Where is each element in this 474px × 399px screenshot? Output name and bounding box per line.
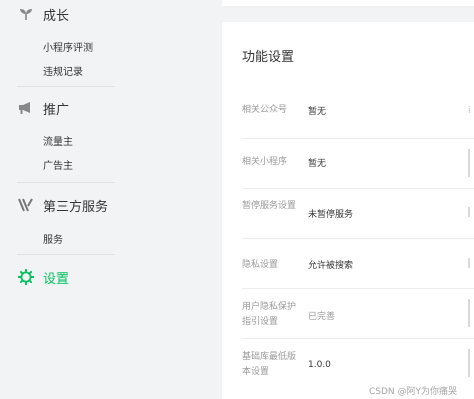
settings-row-privacy: 隐私设置 允许被搜索 (242, 238, 474, 289)
sidebar: 成长 小程序评测 违规记录 推广 流量主 广告主 第三方服务 服务 设置 (0, 0, 222, 399)
row-extra[interactable] (468, 349, 474, 377)
row-label: 用户隐私保护指引设置 (242, 302, 297, 327)
row-extra[interactable] (468, 207, 474, 217)
sidebar-item-traffic-owner[interactable]: 流量主 (43, 133, 73, 148)
row-label: 相关小程序 (242, 157, 288, 167)
top-card-edge (222, 0, 474, 6)
row-extra[interactable] (468, 299, 474, 327)
sidebar-divider (17, 254, 115, 255)
row-extra[interactable] (468, 258, 474, 268)
sprout-icon (17, 5, 35, 23)
sidebar-item-services[interactable]: 服务 (43, 231, 63, 246)
third-party-icon (17, 196, 35, 214)
nav-group-title: 成长 (43, 8, 70, 24)
sidebar-item-evaluation[interactable]: 小程序评测 (43, 39, 93, 54)
gear-icon (17, 268, 35, 286)
row-value: 未暂停服务 (308, 210, 354, 220)
row-value: 允许被搜索 (308, 261, 354, 271)
panel-title: 功能设置 (242, 50, 295, 65)
row-extra[interactable] (468, 149, 474, 177)
settings-row-base-library: 基础库最低版本设置 1.0.0 (242, 338, 474, 389)
row-extra[interactable]: i (468, 104, 474, 118)
megaphone-icon (17, 99, 35, 117)
row-value: 已完善 (308, 312, 336, 322)
row-label: 隐私设置 (242, 260, 279, 270)
sidebar-item-advertiser[interactable]: 广告主 (43, 157, 73, 172)
settings-row-privacy-guide: 用户隐私保护指引设置 已完善 (242, 288, 474, 339)
watermark: CSDN @阿Y为你痛哭 (369, 387, 458, 397)
row-label: 暂停服务设置 (242, 201, 297, 211)
nav-group-title: 第三方服务 (43, 199, 109, 215)
row-value: 暂无 (308, 107, 327, 117)
nav-item-settings-label: 设置 (43, 271, 70, 287)
settings-row-pause-service: 暂停服务设置 未暂停服务 (242, 188, 474, 239)
sidebar-divider (17, 182, 115, 183)
feature-settings-panel: 功能设置 相关公众号 暂无 i 相关小程序 暂无 暂停服务设置 未暂停服务 隐私… (222, 22, 474, 399)
settings-row-mini-program: 相关小程序 暂无 (242, 138, 474, 189)
row-value: 1.0.0 (308, 360, 331, 370)
nav-group-title: 推广 (43, 102, 70, 118)
settings-row-official-account: 相关公众号 暂无 i (242, 88, 474, 138)
sidebar-divider (17, 86, 115, 87)
row-label: 相关公众号 (242, 105, 288, 115)
sidebar-item-violations[interactable]: 违规记录 (43, 63, 83, 78)
row-value: 暂无 (308, 159, 327, 169)
row-label: 基础库最低版本设置 (242, 352, 297, 377)
